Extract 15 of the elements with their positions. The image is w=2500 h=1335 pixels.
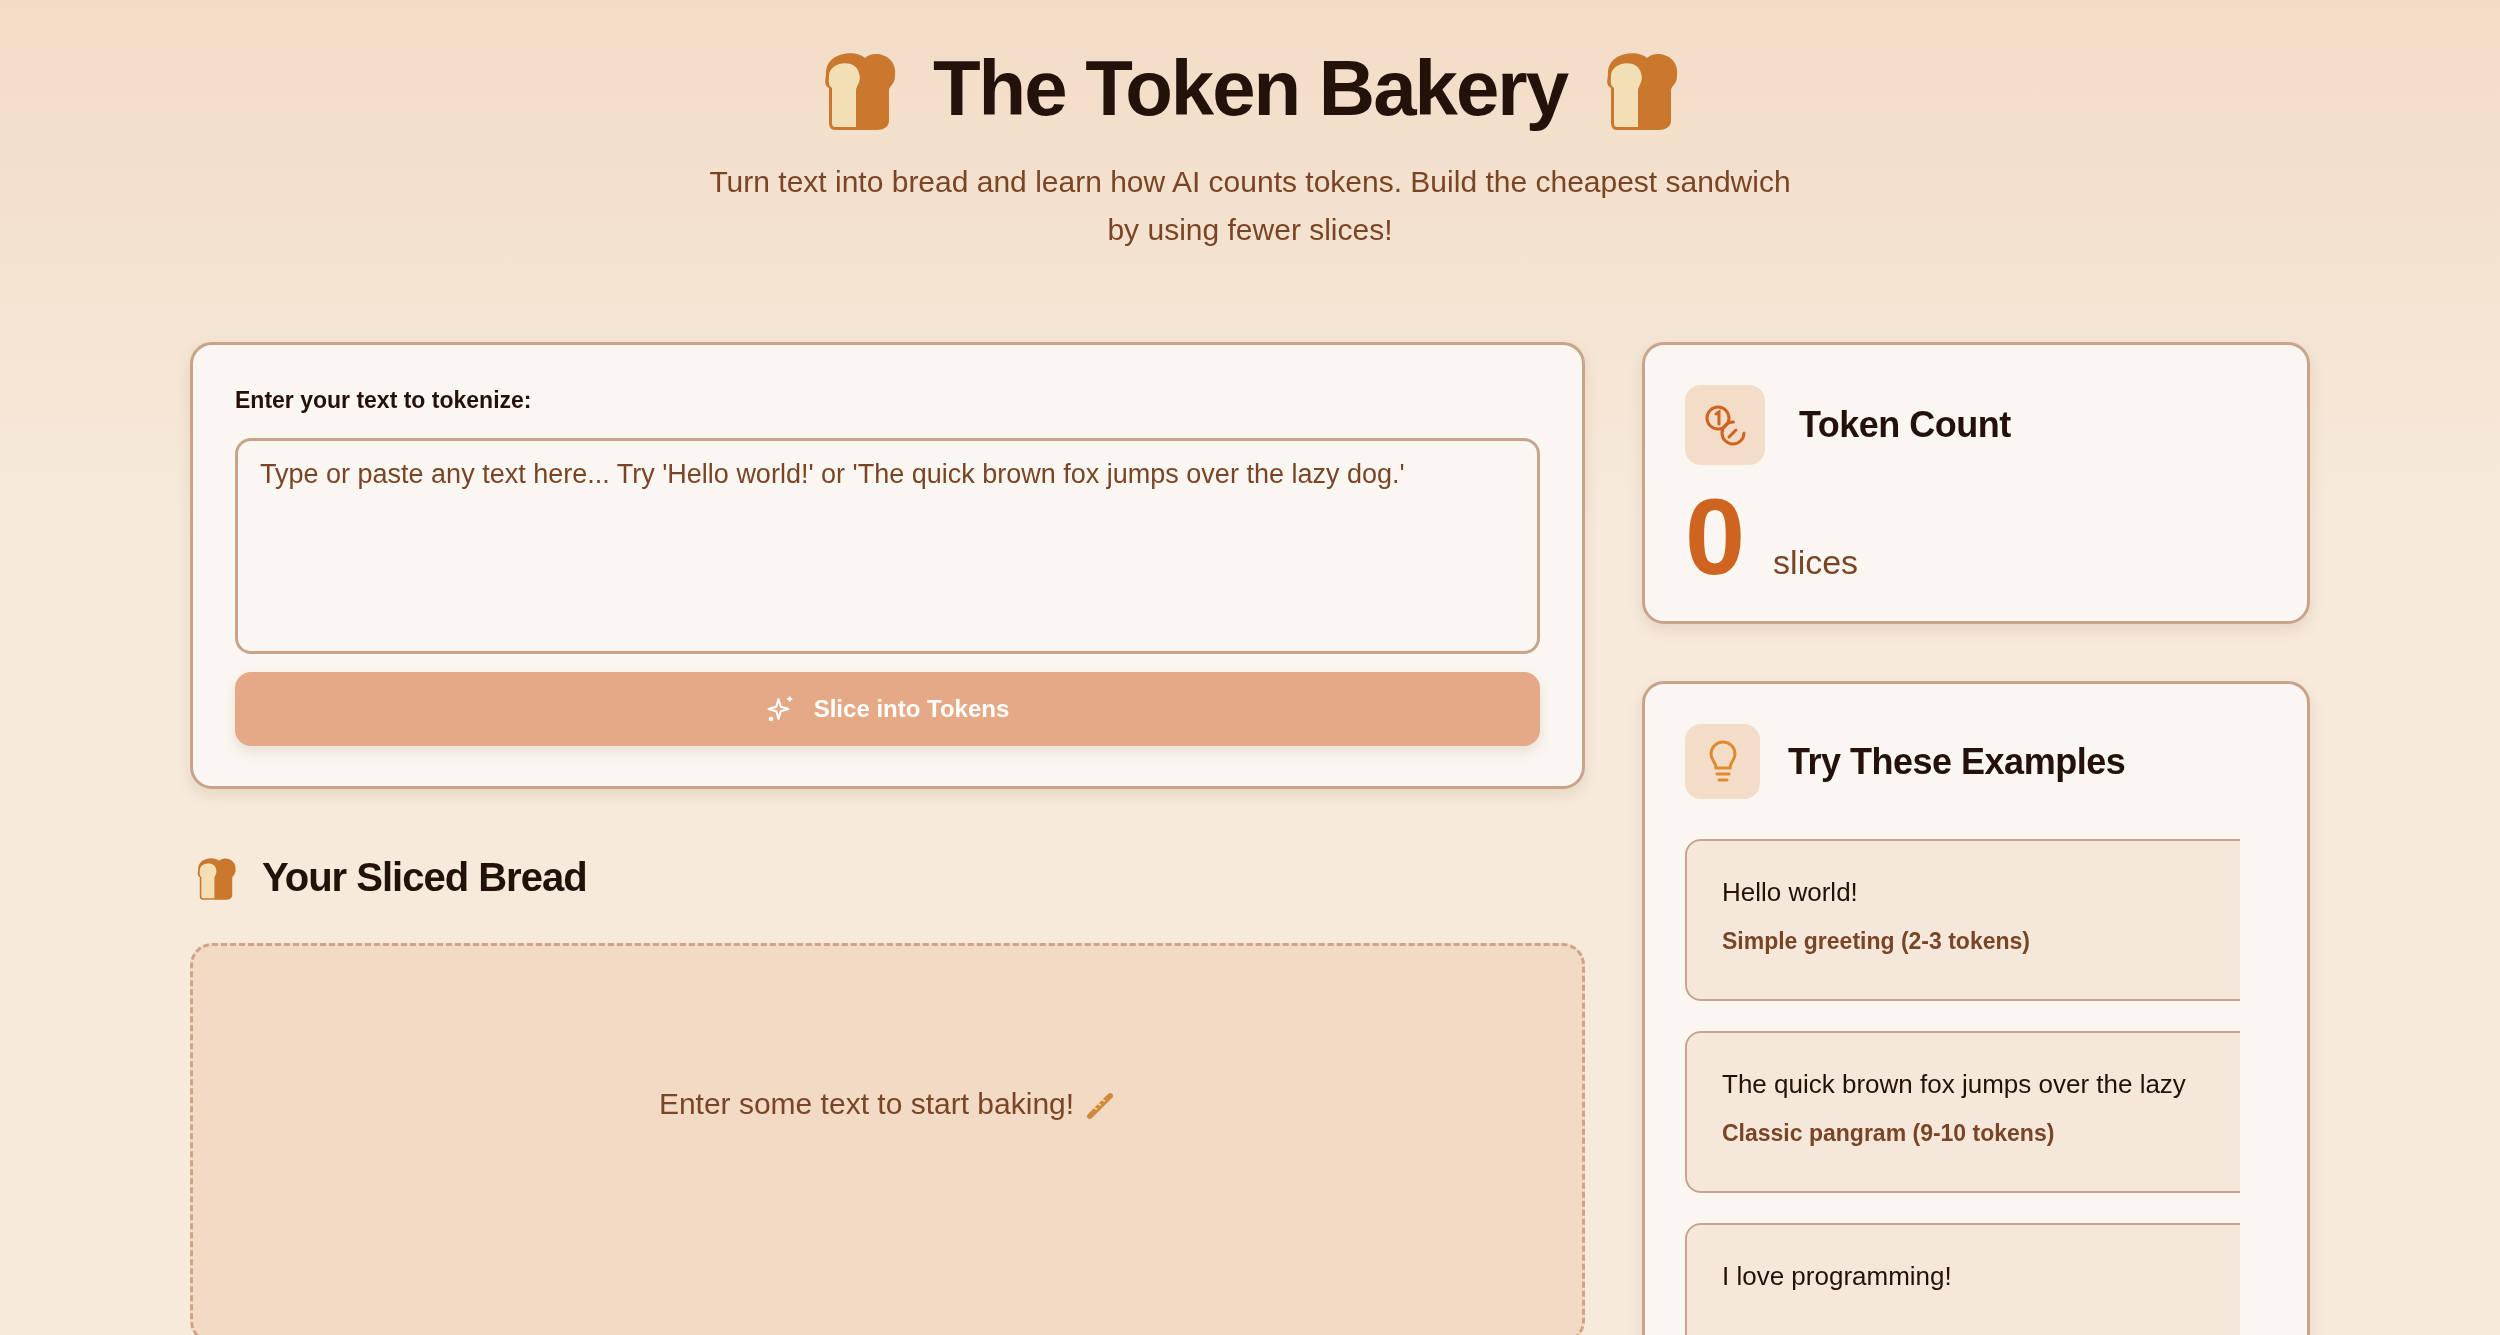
example-item[interactable]: The quick brown fox jumps over the lazy Classic pangram (9-10 tokens) bbox=[1685, 1031, 2240, 1193]
count-unit: slices bbox=[1773, 543, 1859, 582]
page-title: The Token Bakery bbox=[932, 42, 1568, 134]
coins-icon bbox=[1685, 385, 1765, 465]
section-title: Your Sliced Bread bbox=[262, 854, 587, 900]
input-label: Enter your text to tokenize: bbox=[235, 387, 533, 414]
card-title: Try These Examples bbox=[1788, 740, 2126, 783]
example-item[interactable]: Hello world! Simple greeting (2-3 tokens) bbox=[1685, 839, 2240, 1001]
empty-message: Enter some text to start baking! bbox=[658, 1087, 1075, 1121]
lightbulb-icon bbox=[1685, 724, 1760, 799]
text-input-field[interactable]: Type or paste any text here... Try 'Hello world!' or 'The quick brown fox jumps over the lazy dog.' bbox=[235, 438, 1540, 654]
card-title: Token Count bbox=[1799, 404, 2011, 446]
token-count: 0 bbox=[1685, 483, 1746, 591]
example-item[interactable]: I love programming! bbox=[1685, 1223, 2240, 1335]
page-subtitle: Turn text into bread and learn how AI counts tokens. Build the cheapest sandwich by using fewer slices! bbox=[708, 164, 1792, 248]
